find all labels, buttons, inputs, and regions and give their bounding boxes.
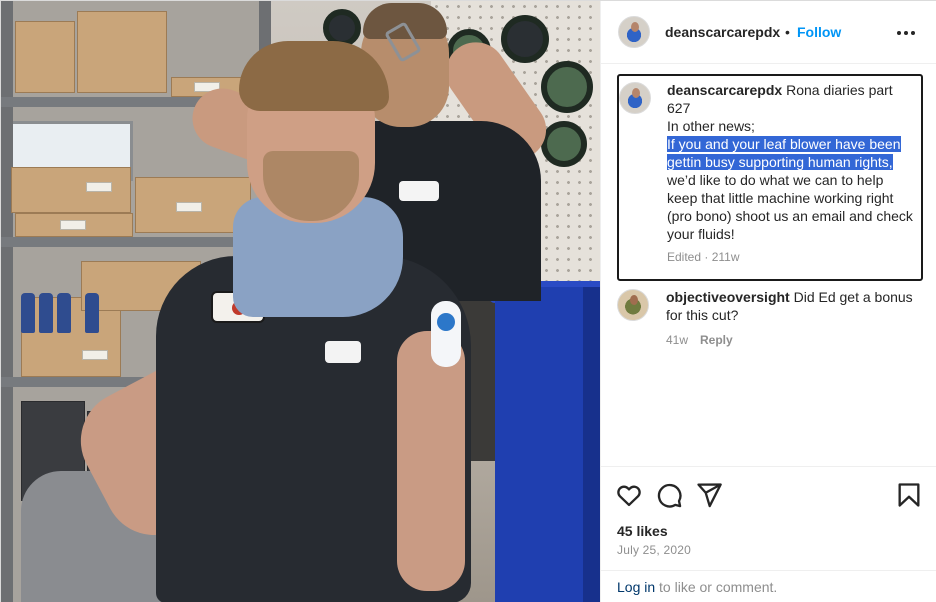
post-date: July 25, 2020 bbox=[617, 543, 691, 557]
shelf-bar bbox=[1, 237, 271, 247]
name-patch bbox=[399, 181, 439, 201]
hose-reel bbox=[501, 15, 549, 63]
comment-item: objectiveoversight Did Ed get a bonus fo… bbox=[617, 287, 923, 357]
man-arm bbox=[397, 331, 465, 591]
login-prompt-text: Log in to like or comment. bbox=[617, 579, 777, 595]
hose-reel bbox=[541, 61, 593, 113]
man-hair bbox=[239, 41, 389, 111]
reply-button[interactable]: Reply bbox=[700, 333, 733, 347]
comment-age: 41w bbox=[666, 333, 689, 347]
caption-edited-time: Edited · 211w bbox=[667, 250, 740, 264]
sleeve-logo bbox=[431, 301, 461, 367]
login-prompt: Log in to like or comment. bbox=[601, 570, 936, 602]
highlighted-selection: If you and your leaf blower have been ge… bbox=[667, 136, 901, 170]
oil-bottle bbox=[57, 293, 71, 333]
follow-button[interactable]: Follow bbox=[797, 24, 841, 40]
cardboard-box bbox=[15, 213, 133, 237]
oil-bottle bbox=[85, 293, 99, 333]
instagram-post: deanscarcarepdx • Follow deanscarcarepdx… bbox=[0, 0, 936, 602]
action-bar: 45 likes July 25, 2020 bbox=[601, 466, 936, 570]
blue-bin bbox=[495, 287, 600, 602]
login-prompt-rest: to like or comment. bbox=[659, 579, 778, 595]
author-avatar[interactable] bbox=[618, 16, 650, 48]
cardboard-box bbox=[15, 21, 75, 93]
post-photo[interactable] bbox=[1, 1, 600, 602]
like-count[interactable]: 45 likes bbox=[617, 523, 668, 539]
header-separator: • bbox=[785, 24, 790, 40]
caption-username[interactable]: deanscarcarepdx bbox=[667, 82, 782, 98]
caption: deanscarcarepdx Rona diaries part 627 In… bbox=[617, 74, 923, 281]
oil-bottle bbox=[21, 293, 35, 333]
author-username[interactable]: deanscarcarepdx bbox=[665, 24, 780, 40]
pocket-card bbox=[325, 341, 361, 363]
bookmark-icon[interactable] bbox=[895, 481, 923, 509]
cardboard-box bbox=[77, 11, 167, 93]
heart-icon[interactable] bbox=[615, 481, 643, 509]
commenter-username[interactable]: objectiveoversight bbox=[666, 289, 790, 305]
comment-icon[interactable] bbox=[655, 481, 683, 509]
post-header: deanscarcarepdx • Follow bbox=[601, 1, 936, 64]
caption-line: In other news; bbox=[667, 118, 755, 134]
commenter-avatar[interactable] bbox=[617, 289, 649, 321]
post-sidebar: deanscarcarepdx • Follow deanscarcarepdx… bbox=[600, 1, 936, 602]
comment-meta: 41w Reply bbox=[666, 333, 733, 347]
shelf-post-left bbox=[1, 1, 13, 602]
caption-text: deanscarcarepdx Rona diaries part 627 In… bbox=[667, 81, 917, 243]
login-link[interactable]: Log in bbox=[617, 579, 655, 595]
more-options-icon[interactable] bbox=[893, 19, 923, 47]
caption-avatar[interactable] bbox=[619, 82, 651, 114]
hose-reel bbox=[541, 121, 587, 167]
comment-text: objectiveoversight Did Ed get a bonus fo… bbox=[666, 288, 922, 324]
caption-rest: we’d like to do what we can to help keep… bbox=[667, 172, 913, 242]
send-icon[interactable] bbox=[695, 481, 723, 509]
oil-bottle bbox=[39, 293, 53, 333]
cardboard-box bbox=[11, 167, 131, 213]
